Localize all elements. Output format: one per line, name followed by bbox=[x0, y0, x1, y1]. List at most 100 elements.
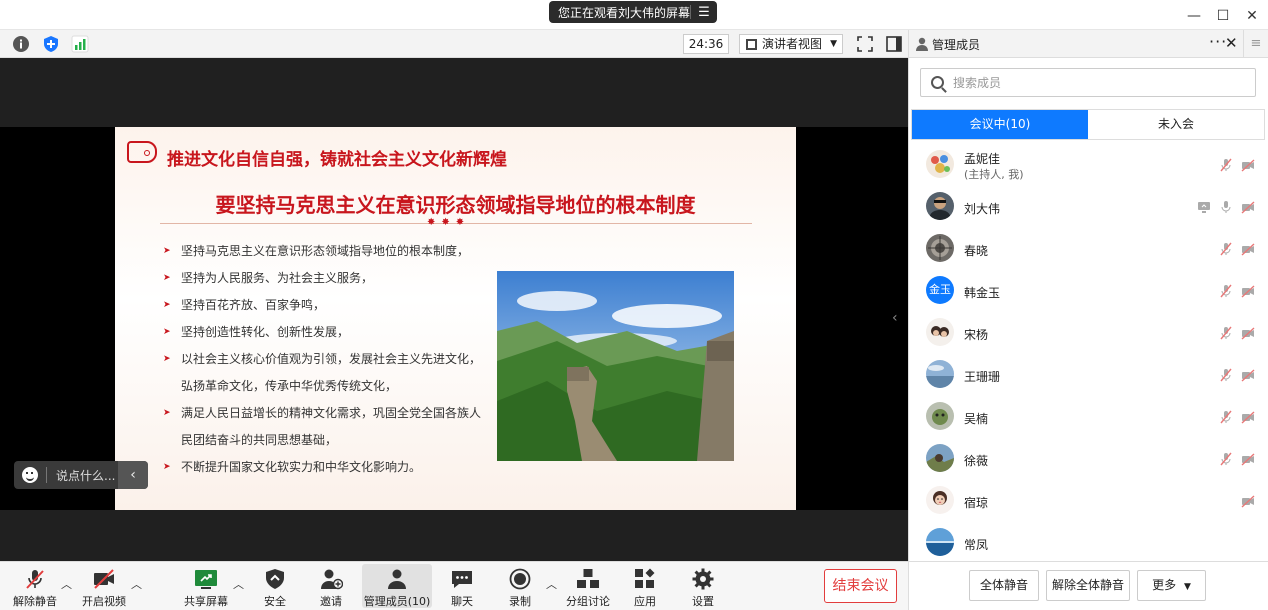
bullet-item: 以社会主义核心价值观为引领，发展社会主义先进文化，弘扬革命文化，传承中华优秀传统… bbox=[163, 346, 483, 400]
member-tabs: 会议中(10) 未入会 bbox=[911, 109, 1265, 140]
end-meeting-button[interactable]: 结束会议 bbox=[824, 569, 897, 603]
user-icon bbox=[916, 37, 928, 51]
unmute-all-button[interactable]: 解除全体静音 bbox=[1046, 570, 1130, 601]
close-icon[interactable]: ✕ bbox=[1242, 6, 1262, 26]
speaker-view-icon bbox=[746, 39, 757, 50]
member-name: 王珊珊 bbox=[964, 370, 1001, 384]
video-off-icon[interactable] bbox=[1241, 452, 1255, 466]
search-input[interactable] bbox=[953, 73, 1243, 92]
share-banner-text: 您正在观看刘大伟的屏幕 bbox=[558, 5, 691, 20]
member-name: 吴楠 bbox=[964, 412, 989, 426]
avatar bbox=[926, 360, 954, 388]
video-off-icon bbox=[94, 569, 114, 589]
share-screen-button[interactable]: 共享屏幕 bbox=[171, 564, 241, 608]
meeting-toolbar: 24:36 演讲者视图 ▼ bbox=[0, 30, 908, 58]
bullet-list: 坚持马克思主义在意识形态领域指导地位的根本制度， 坚持为人民服务、为社会主义服务… bbox=[163, 238, 483, 481]
member-row[interactable]: 宿琼 bbox=[909, 480, 1268, 522]
record-label: 录制 bbox=[509, 595, 531, 608]
mic-muted-icon[interactable] bbox=[1219, 242, 1233, 256]
fullscreen-icon[interactable] bbox=[856, 35, 874, 53]
apps-icon bbox=[635, 568, 655, 588]
member-row[interactable]: 徐薇 bbox=[909, 438, 1268, 480]
video-off-icon[interactable] bbox=[1241, 284, 1255, 298]
record-button[interactable]: 录制 bbox=[485, 564, 555, 608]
screen-share-icon bbox=[1198, 202, 1210, 213]
minimize-icon[interactable]: — bbox=[1184, 6, 1204, 26]
panel-title: 管理成员 bbox=[932, 38, 981, 52]
member-row[interactable]: 春晓 bbox=[909, 228, 1268, 270]
member-row[interactable]: 王珊珊 bbox=[909, 354, 1268, 396]
mute-all-button[interactable]: 全体静音 bbox=[969, 570, 1039, 601]
video-off-icon[interactable] bbox=[1241, 368, 1255, 382]
settings-button[interactable]: 设置 bbox=[668, 564, 738, 608]
panel-menu-icon[interactable]: ≡ bbox=[1243, 30, 1268, 58]
chat-input-pill[interactable]: 说点什么... ‹ bbox=[14, 461, 148, 489]
signal-icon[interactable] bbox=[71, 35, 89, 53]
member-name: 宋杨 bbox=[964, 328, 989, 342]
more-label: 更多 bbox=[1152, 578, 1177, 592]
tab-in-meeting[interactable]: 会议中(10) bbox=[912, 110, 1088, 139]
view-mode-label: 演讲者视图 bbox=[762, 37, 823, 51]
chevron-left-icon[interactable]: ‹ bbox=[892, 310, 898, 326]
shield-icon[interactable] bbox=[42, 35, 60, 53]
menu-icon[interactable]: ☰ bbox=[691, 5, 717, 20]
mic-muted-icon[interactable] bbox=[1219, 452, 1233, 466]
bullet-item: 坚持创造性转化、创新性发展， bbox=[163, 319, 483, 346]
share-banner: 您正在观看刘大伟的屏幕 ☰ bbox=[549, 1, 717, 23]
panel-header: 管理成员 ··· ✕ ≡ bbox=[909, 30, 1268, 58]
more-button[interactable]: 更多 ▼ bbox=[1137, 570, 1206, 601]
start-video-button[interactable]: 开启视频 bbox=[69, 564, 139, 608]
member-row[interactable]: 常凤 bbox=[909, 522, 1268, 563]
manage-members-button[interactable]: 管理成员(10) bbox=[362, 564, 432, 608]
tag-icon bbox=[127, 141, 157, 163]
member-name: 宿琼 bbox=[964, 496, 989, 510]
bullet-item: 坚持百花齐放、百家争鸣， bbox=[163, 292, 483, 319]
avatar bbox=[926, 234, 954, 262]
tab-not-joined[interactable]: 未入会 bbox=[1088, 110, 1264, 139]
record-icon bbox=[509, 568, 531, 590]
title-bar: 您正在观看刘大伟的屏幕 ☰ — ☐ ✕ bbox=[0, 0, 1268, 30]
video-off-icon[interactable] bbox=[1241, 242, 1255, 256]
chevron-up-icon[interactable]: ︿ bbox=[131, 576, 143, 592]
mic-muted-icon[interactable] bbox=[1219, 326, 1233, 340]
invite-button[interactable]: 邀请 bbox=[296, 564, 366, 608]
avatar bbox=[926, 150, 954, 178]
meeting-timer: 24:36 bbox=[683, 34, 729, 54]
mic-muted-icon[interactable] bbox=[1219, 284, 1233, 298]
side-panel-icon[interactable] bbox=[885, 35, 903, 53]
member-row[interactable]: 吴楠 bbox=[909, 396, 1268, 438]
mic-muted-icon[interactable] bbox=[1219, 158, 1233, 172]
close-icon[interactable]: ✕ bbox=[1225, 34, 1238, 52]
maximize-icon[interactable]: ☐ bbox=[1213, 6, 1233, 26]
unmute-button[interactable]: 解除静音 bbox=[0, 564, 70, 608]
emoji-icon[interactable] bbox=[22, 467, 38, 483]
share-screen-icon bbox=[195, 570, 217, 589]
chevron-down-icon: ▼ bbox=[1183, 582, 1191, 592]
info-icon[interactable] bbox=[12, 35, 30, 53]
video-off-icon[interactable] bbox=[1241, 410, 1255, 424]
mic-muted-icon[interactable] bbox=[1219, 368, 1233, 382]
chat-placeholder[interactable]: 说点什么... bbox=[56, 467, 115, 484]
video-off-icon[interactable] bbox=[1241, 158, 1255, 172]
member-row[interactable]: 刘大伟 bbox=[909, 186, 1268, 228]
great-wall-photo bbox=[497, 271, 734, 461]
divider bbox=[46, 467, 47, 483]
search-field[interactable] bbox=[920, 68, 1256, 97]
video-off-icon[interactable] bbox=[1241, 326, 1255, 340]
member-row[interactable]: 宋杨 bbox=[909, 312, 1268, 354]
avatar bbox=[926, 318, 954, 346]
mic-muted-icon[interactable] bbox=[1219, 410, 1233, 424]
member-name: 韩金玉 bbox=[964, 286, 1001, 300]
member-name: 春晓 bbox=[964, 244, 989, 258]
bullet-item: 坚持马克思主义在意识形态领域指导地位的根本制度， bbox=[163, 238, 483, 265]
member-list: 孟妮佳 (主持人, 我) 刘大伟 春晓 金玉 韩金玉 宋杨 王珊珊 吴楠 徐薇 … bbox=[909, 143, 1268, 563]
collapse-chat-icon[interactable]: ‹ bbox=[118, 461, 148, 489]
gear-icon bbox=[692, 568, 714, 590]
view-mode-dropdown[interactable]: 演讲者视图 ▼ bbox=[739, 34, 843, 54]
mic-icon[interactable] bbox=[1219, 200, 1233, 214]
video-off-icon[interactable] bbox=[1241, 200, 1255, 214]
members-panel: 管理成员 ··· ✕ ≡ 会议中(10) 未入会 孟妮佳 (主持人, 我) 刘大… bbox=[908, 30, 1268, 610]
member-row[interactable]: 金玉 韩金玉 bbox=[909, 270, 1268, 312]
member-row[interactable]: 孟妮佳 (主持人, 我) bbox=[909, 144, 1268, 186]
video-off-icon[interactable] bbox=[1241, 494, 1255, 508]
